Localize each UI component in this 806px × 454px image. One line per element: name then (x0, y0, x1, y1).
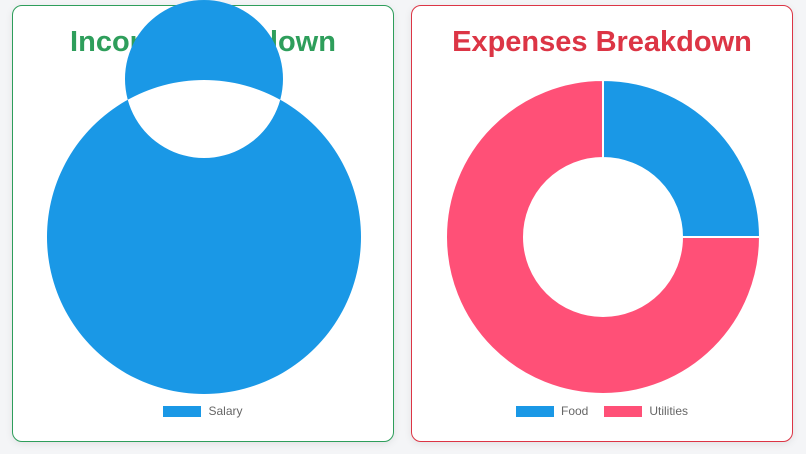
expenses-donut-chart (445, 78, 762, 395)
chart-legend: Salary (13, 404, 393, 418)
legend-label: Utilities (649, 404, 689, 418)
slice-food (602, 78, 762, 238)
income-donut-chart (46, 0, 361, 395)
legend-label: Food (560, 404, 589, 418)
legend-swatch (604, 405, 643, 417)
income-chart-card: Income Breakdown Salary (12, 0, 394, 442)
legend-item-utilities[interactable]: Utilities (604, 404, 688, 418)
legend-swatch (163, 405, 202, 417)
legend-swatch (515, 405, 554, 417)
slice-salary (46, 0, 361, 395)
legend-item-food[interactable]: Food (515, 404, 589, 418)
legend-item-salary[interactable]: Salary (163, 404, 243, 418)
chart-legend: Food Utilities (412, 404, 792, 418)
legend-label: Salary (208, 404, 243, 418)
expenses-chart-card: Expenses Breakdown Food Utilities (411, 5, 793, 442)
